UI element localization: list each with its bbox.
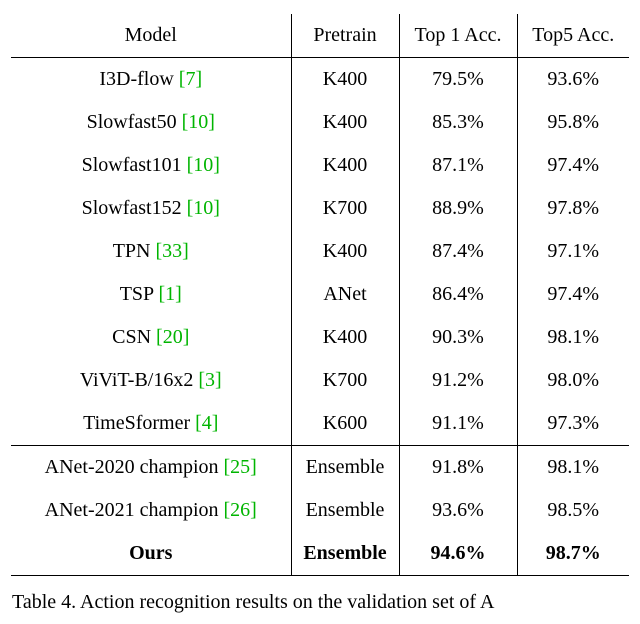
citation-link[interactable]: [3] xyxy=(198,369,221,391)
citation-link[interactable]: [10] xyxy=(182,111,215,133)
results-table: Model Pretrain Top 1 Acc. Top5 Acc. I3D-… xyxy=(11,14,629,576)
table-cell-pretrain: Ensemble xyxy=(291,532,399,576)
table-cell-top1: 91.8% xyxy=(399,446,517,490)
header-top1: Top 1 Acc. xyxy=(399,14,517,58)
table-cell-top1: 87.4% xyxy=(399,230,517,273)
citation-link[interactable]: [26] xyxy=(224,499,257,521)
table-cell-model: TPN [33] xyxy=(11,230,291,273)
table-cell-pretrain: Ensemble xyxy=(291,446,399,490)
table-cell-top5: 93.6% xyxy=(517,58,629,102)
table-cell-model: Ours xyxy=(11,532,291,576)
table-cell-model: Slowfast50 [10] xyxy=(11,101,291,144)
table-cell-top5: 97.1% xyxy=(517,230,629,273)
table-cell-pretrain: Ensemble xyxy=(291,489,399,532)
table-cell-top5: 98.5% xyxy=(517,489,629,532)
table-cell-model: I3D-flow [7] xyxy=(11,58,291,102)
citation-link[interactable]: [1] xyxy=(158,283,181,305)
model-name: ANet-2020 champion xyxy=(45,456,219,478)
table-cell-pretrain: K700 xyxy=(291,187,399,230)
table-cell-top1: 86.4% xyxy=(399,273,517,316)
table-cell-top1: 87.1% xyxy=(399,144,517,187)
table-cell-model: CSN [20] xyxy=(11,316,291,359)
table-cell-pretrain: K700 xyxy=(291,359,399,402)
model-name: Slowfast50 xyxy=(87,111,177,133)
header-top5: Top5 Acc. xyxy=(517,14,629,58)
model-name: I3D-flow xyxy=(99,68,173,90)
table-cell-pretrain: K600 xyxy=(291,402,399,446)
table-cell-top5: 97.3% xyxy=(517,402,629,446)
model-name: TimeSformer xyxy=(83,412,190,434)
table-cell-model: ViViT-B/16x2 [3] xyxy=(11,359,291,402)
table-cell-top5: 97.4% xyxy=(517,273,629,316)
table-cell-top1: 91.1% xyxy=(399,402,517,446)
model-name: ANet-2021 champion xyxy=(45,499,219,521)
table-cell-model: TSP [1] xyxy=(11,273,291,316)
model-name: ViViT-B/16x2 xyxy=(80,369,194,391)
table-cell-top1: 91.2% xyxy=(399,359,517,402)
table-cell-pretrain: K400 xyxy=(291,230,399,273)
table-caption-fragment: Table 4. Action recognition results on t… xyxy=(10,590,630,614)
table-cell-top5: 98.1% xyxy=(517,446,629,490)
table-cell-pretrain: K400 xyxy=(291,316,399,359)
table-cell-pretrain: K400 xyxy=(291,144,399,187)
table-cell-top5: 95.8% xyxy=(517,101,629,144)
table-cell-top5: 98.0% xyxy=(517,359,629,402)
table-cell-top1: 93.6% xyxy=(399,489,517,532)
model-name: TSP xyxy=(120,283,154,305)
table-cell-model: Slowfast152 [10] xyxy=(11,187,291,230)
table-cell-pretrain: K400 xyxy=(291,101,399,144)
table-cell-model: Slowfast101 [10] xyxy=(11,144,291,187)
table-cell-top5: 98.7% xyxy=(517,532,629,576)
citation-link[interactable]: [10] xyxy=(187,197,220,219)
table-cell-top1: 90.3% xyxy=(399,316,517,359)
header-pretrain: Pretrain xyxy=(291,14,399,58)
citation-link[interactable]: [33] xyxy=(155,240,188,262)
table-cell-pretrain: K400 xyxy=(291,58,399,102)
citation-link[interactable]: [25] xyxy=(224,456,257,478)
citation-link[interactable]: [20] xyxy=(156,326,189,348)
table-cell-top5: 97.8% xyxy=(517,187,629,230)
table-cell-top1: 79.5% xyxy=(399,58,517,102)
header-model: Model xyxy=(11,14,291,58)
table-cell-model: TimeSformer [4] xyxy=(11,402,291,446)
citation-link[interactable]: [10] xyxy=(187,154,220,176)
table-cell-model: ANet-2020 champion [25] xyxy=(11,446,291,490)
table-cell-top1: 94.6% xyxy=(399,532,517,576)
model-name: Ours xyxy=(129,542,172,564)
model-name: Slowfast152 xyxy=(82,197,182,219)
model-name: Slowfast101 xyxy=(82,154,182,176)
model-name: CSN xyxy=(112,326,151,348)
table-cell-model: ANet-2021 champion [26] xyxy=(11,489,291,532)
table-cell-top1: 88.9% xyxy=(399,187,517,230)
table-cell-top5: 97.4% xyxy=(517,144,629,187)
table-cell-pretrain: ANet xyxy=(291,273,399,316)
model-name: TPN xyxy=(113,240,151,262)
citation-link[interactable]: [4] xyxy=(195,412,218,434)
citation-link[interactable]: [7] xyxy=(179,68,202,90)
table-cell-top1: 85.3% xyxy=(399,101,517,144)
table-cell-top5: 98.1% xyxy=(517,316,629,359)
